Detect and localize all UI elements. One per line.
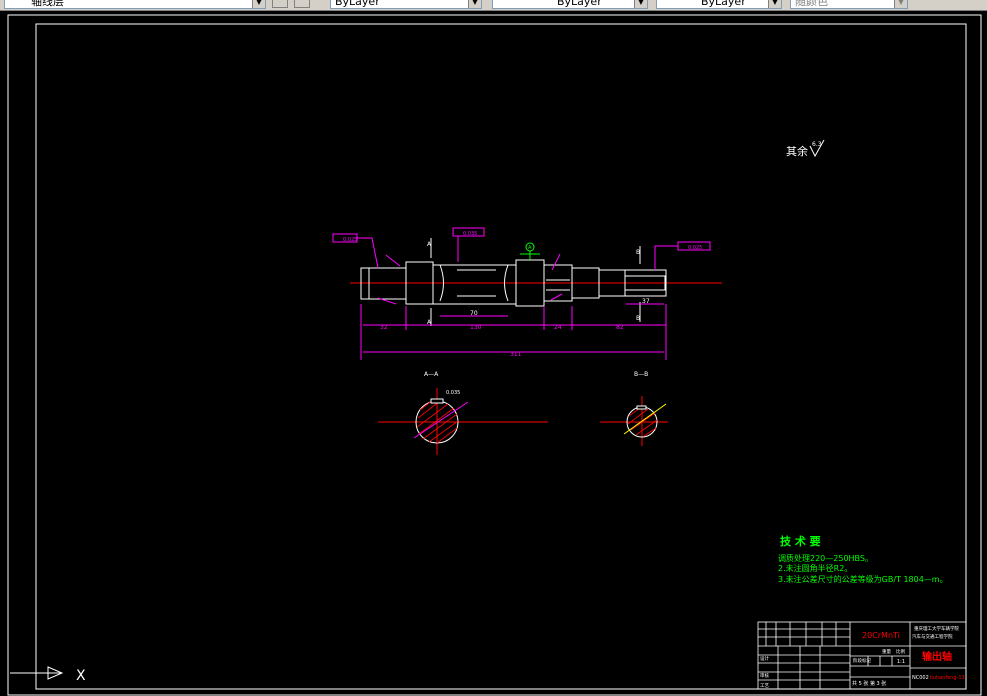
check-label: 审核 <box>760 672 769 679</box>
dim-seg-right: 82 <box>616 324 624 331</box>
svg-text:0.025: 0.025 <box>688 245 702 251</box>
tech-req-line3: 3.未注公差尺寸的公差等级为GB/T 1804—m。 <box>778 574 948 584</box>
plotstyle-dropdown[interactable]: 随颜色 ▼ <box>790 0 908 9</box>
dim-seg-key: 70 <box>470 310 478 317</box>
section-a-title: A—A <box>424 371 439 378</box>
layer-previous-button[interactable] <box>294 0 310 8</box>
datum-a-icon: A <box>520 242 540 260</box>
chevron-down-icon[interactable]: ▼ <box>768 0 781 8</box>
sheet-count-text: 共 5 张 第 3 张 <box>852 680 886 687</box>
svg-text:A: A <box>528 245 532 251</box>
section-b-title: B—B <box>634 371 648 378</box>
svg-text:0.025: 0.025 <box>343 237 357 243</box>
dim-seg-shoulder: 24 <box>554 324 562 331</box>
make-layer-current-button[interactable] <box>272 0 288 8</box>
section-marker-b: B B <box>636 246 641 322</box>
chevron-down-icon[interactable]: ▼ <box>894 0 907 8</box>
drawing-canvas[interactable]: 其余 6.3 A A B B 311 32 130 70 24 82 37 0.… <box>0 10 987 696</box>
dim-overall-length: 311 <box>510 351 522 358</box>
tolerance-frame-2: 0.035 <box>452 227 485 262</box>
school-text: 重庆理工大学车辆学院 <box>914 625 959 632</box>
material-text: 20CrMnTi <box>862 631 900 640</box>
linetype-dropdown[interactable]: ByLayer ▼ <box>492 0 648 9</box>
svg-text:B: B <box>636 249 640 256</box>
roughness-symbol-icon: 6.3 <box>809 139 825 158</box>
tech-req-title: 技 术 要 <box>780 534 821 548</box>
stage-label: 阶段标记 <box>853 657 871 664</box>
roughness-note: 其余 <box>786 144 808 158</box>
tolerance-frame-3: 0.025 <box>654 241 711 270</box>
ratio-label: 比例 <box>896 648 905 655</box>
weight-label: 重量 <box>882 648 891 655</box>
chevron-down-icon[interactable]: ▼ <box>634 0 647 8</box>
tolerance-frame-1: 0.025 <box>332 233 379 269</box>
plotstyle-value: 随颜色 <box>795 0 828 8</box>
svg-text:0.035: 0.035 <box>463 231 477 237</box>
lineweight-value: ByLayer <box>701 0 746 8</box>
model-space[interactable]: 其余 6.3 A A B B 311 32 130 70 24 82 37 0.… <box>0 10 987 696</box>
outer-frame <box>7 14 982 696</box>
svg-text:B: B <box>636 315 640 322</box>
inner-frame <box>35 23 967 690</box>
design-label: 设计 <box>760 655 769 662</box>
drawing-no-text: NC002 <box>912 675 929 681</box>
color-dropdown[interactable]: ByLayer ▼ <box>330 0 482 9</box>
tech-req-line2: 2.未注圆角半径R2。 <box>778 563 852 573</box>
section-b-view <box>600 396 668 446</box>
ucs-x-label: X <box>76 668 86 684</box>
chevron-down-icon[interactable]: ▼ <box>252 0 265 8</box>
svg-text:0.035: 0.035 <box>446 390 460 396</box>
tech-req-line1: 调质处理220—250HBS。 <box>778 553 873 563</box>
lineweight-dropdown[interactable]: ByLayer ▼ <box>656 0 782 9</box>
part-name-text: 输出轴 <box>922 650 952 663</box>
layer-value: 轴线层 <box>31 0 64 8</box>
color-value: ByLayer <box>335 0 380 8</box>
chevron-down-icon[interactable]: ▼ <box>468 0 481 8</box>
process-label: 工艺 <box>760 683 769 689</box>
linetype-value: ByLayer <box>557 0 602 8</box>
dim-seg-left: 32 <box>380 324 388 331</box>
section-a-view: 0.035 <box>378 388 548 455</box>
layer-dropdown[interactable]: 轴线层 ▼ <box>4 0 266 9</box>
dim-seg-mid: 130 <box>470 324 482 331</box>
svg-text:6.3: 6.3 <box>812 141 822 148</box>
scale-text: 1:1 <box>897 659 905 665</box>
dept-text: 汽车与交通工程学院 <box>912 633 953 640</box>
designer-code-text: liuhanfeng-13 <box>930 675 965 681</box>
section-marker-a: A A <box>427 238 432 326</box>
dim-keyway-right: 37 <box>642 298 650 305</box>
